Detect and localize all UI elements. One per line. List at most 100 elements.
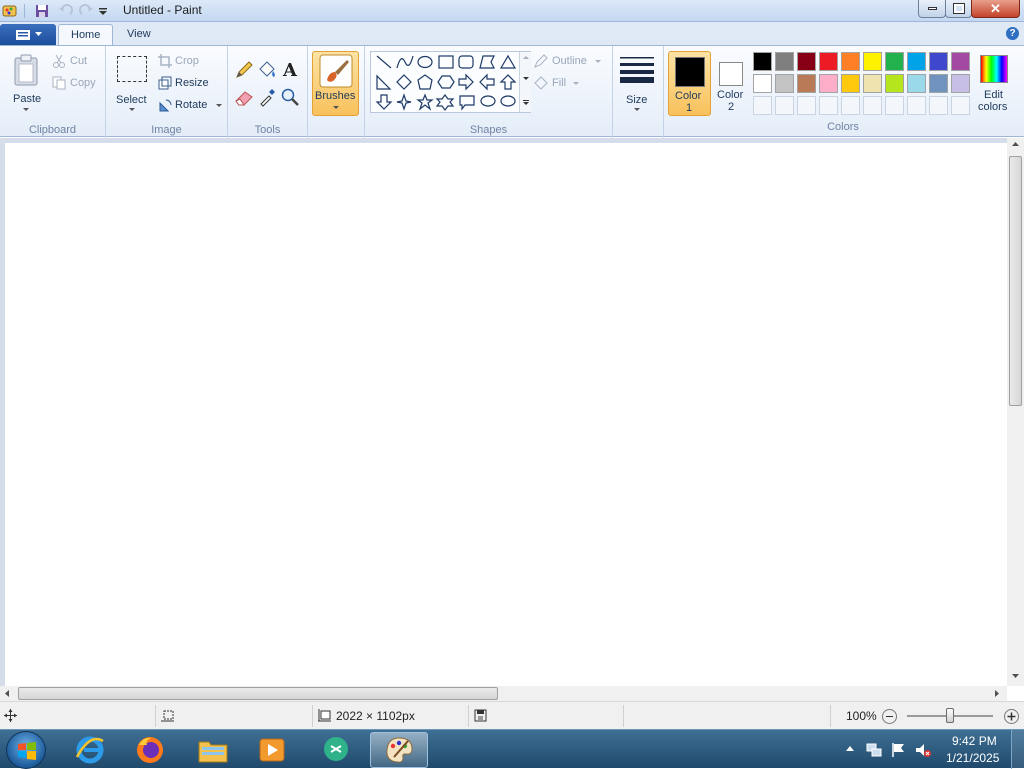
custom-color-slot[interactable] [753, 96, 772, 115]
maximize-button[interactable] [945, 0, 972, 18]
palette-color-swatch[interactable] [885, 74, 904, 93]
palette-color-swatch[interactable] [885, 52, 904, 71]
outline-button[interactable]: Outline [533, 54, 607, 70]
palette-color-swatch[interactable] [753, 74, 772, 93]
redo-icon[interactable] [78, 3, 94, 19]
close-button[interactable]: ✕ [971, 0, 1020, 18]
eraser-tool[interactable] [233, 86, 255, 108]
custom-color-slot[interactable] [797, 96, 816, 115]
palette-color-swatch[interactable] [797, 74, 816, 93]
chevron-up-icon [523, 56, 529, 59]
fill-button[interactable]: Fill [533, 76, 607, 92]
minimize-button[interactable] [918, 0, 946, 18]
palette-color-swatch[interactable] [819, 74, 838, 93]
custom-color-slot[interactable] [819, 96, 838, 115]
palette-color-swatch[interactable] [929, 74, 948, 93]
vertical-scrollbar[interactable] [1007, 138, 1024, 686]
rotate-button[interactable]: Rotate [158, 98, 224, 114]
palette-color-swatch[interactable] [907, 74, 926, 93]
palette-color-swatch[interactable] [775, 74, 794, 93]
edit-colors-button[interactable]: Edit colors [975, 51, 1013, 116]
internet-explorer-icon [75, 736, 104, 764]
copy-button[interactable]: Copy [52, 76, 102, 92]
fill-tool[interactable] [256, 59, 278, 81]
custom-color-slot[interactable] [775, 96, 794, 115]
action-center-flag-icon[interactable] [891, 742, 905, 758]
scroll-down-arrow-icon[interactable] [1012, 674, 1019, 679]
size-button[interactable]: Size [616, 52, 658, 116]
select-button[interactable]: Select [112, 52, 152, 116]
taskbar-chat-app[interactable] [310, 732, 362, 768]
undo-icon[interactable] [58, 3, 74, 19]
palette-color-swatch[interactable] [907, 52, 926, 71]
palette-color-swatch[interactable] [775, 52, 794, 71]
palette-color-swatch[interactable] [797, 52, 816, 71]
brushes-button[interactable]: Brushes [312, 51, 359, 116]
custom-color-slot[interactable] [863, 96, 882, 115]
palette-color-swatch[interactable] [951, 74, 970, 93]
horizontal-scrollbar[interactable] [0, 686, 1007, 701]
palette-color-swatch[interactable] [753, 52, 772, 71]
palette-color-swatch[interactable] [841, 74, 860, 93]
drawing-canvas[interactable] [5, 143, 1007, 686]
taskbar-firefox[interactable] [124, 732, 176, 768]
shapes-scrollbar[interactable] [519, 52, 531, 112]
color-picker-tool[interactable] [256, 86, 278, 108]
custom-color-slot[interactable] [951, 96, 970, 115]
copy-label: Copy [70, 77, 96, 89]
palette-color-swatch[interactable] [841, 52, 860, 71]
palette-color-swatch[interactable] [819, 52, 838, 71]
zoom-slider-thumb[interactable] [946, 708, 954, 723]
save-icon[interactable] [34, 3, 50, 19]
horizontal-scroll-thumb[interactable] [18, 687, 498, 700]
resize-button[interactable]: Resize [158, 76, 224, 92]
custom-color-slot[interactable] [841, 96, 860, 115]
color2-swatch [719, 62, 743, 86]
oval-shape-icon [417, 55, 433, 69]
taskbar-media-player[interactable] [246, 732, 298, 768]
tab-home[interactable]: Home [58, 24, 114, 45]
magnifier-tool[interactable] [279, 86, 301, 108]
scroll-left-arrow-icon[interactable] [5, 690, 10, 697]
help-icon[interactable]: ? [1006, 27, 1019, 40]
crop-button[interactable]: Crop [158, 54, 224, 70]
palette-color-swatch[interactable] [863, 74, 882, 93]
paint-app-icon[interactable] [2, 3, 18, 19]
paste-button[interactable]: Paste [6, 50, 46, 116]
start-button[interactable] [6, 731, 46, 769]
media-player-icon [259, 738, 285, 762]
paint-menu-button[interactable] [0, 24, 56, 45]
tab-view[interactable]: View [115, 24, 163, 45]
show-hidden-icons-icon[interactable] [846, 746, 854, 752]
network-icon[interactable] [866, 742, 882, 758]
custom-color-slot[interactable] [929, 96, 948, 115]
resize-label: Resize [175, 77, 209, 89]
rotate-label: Rotate [175, 99, 208, 111]
clock-date[interactable]: 1/21/2025 [946, 751, 999, 765]
palette-color-swatch[interactable] [951, 52, 970, 71]
palette-color-swatch[interactable] [863, 52, 882, 71]
taskbar-paint-active[interactable] [370, 732, 428, 768]
taskbar-file-explorer[interactable] [187, 732, 239, 768]
show-desktop-button[interactable] [1011, 730, 1024, 769]
clock-time[interactable]: 9:42 PM [952, 734, 997, 748]
scroll-right-arrow-icon[interactable] [995, 690, 1000, 697]
magnifier-icon [281, 88, 299, 106]
pencil-tool[interactable] [233, 59, 255, 81]
zoom-out-button[interactable] [882, 709, 897, 724]
polygon-shape-icon [479, 55, 495, 69]
zoom-in-button[interactable] [1004, 709, 1019, 724]
color2-button[interactable]: Color 2 [713, 51, 751, 116]
palette-color-swatch[interactable] [929, 52, 948, 71]
cut-button[interactable]: Cut [52, 54, 102, 70]
clipboard-group-label: Clipboard [28, 124, 77, 136]
color1-button[interactable]: Color 1 [668, 51, 711, 116]
custom-color-slot[interactable] [885, 96, 904, 115]
volume-muted-icon[interactable] [915, 742, 931, 758]
customize-quick-access-icon[interactable] [97, 3, 113, 19]
taskbar-internet-explorer[interactable] [64, 732, 116, 768]
scroll-up-arrow-icon[interactable] [1012, 142, 1019, 147]
custom-color-slot[interactable] [907, 96, 926, 115]
vertical-scroll-thumb[interactable] [1009, 156, 1022, 406]
text-tool[interactable]: A [279, 59, 301, 81]
